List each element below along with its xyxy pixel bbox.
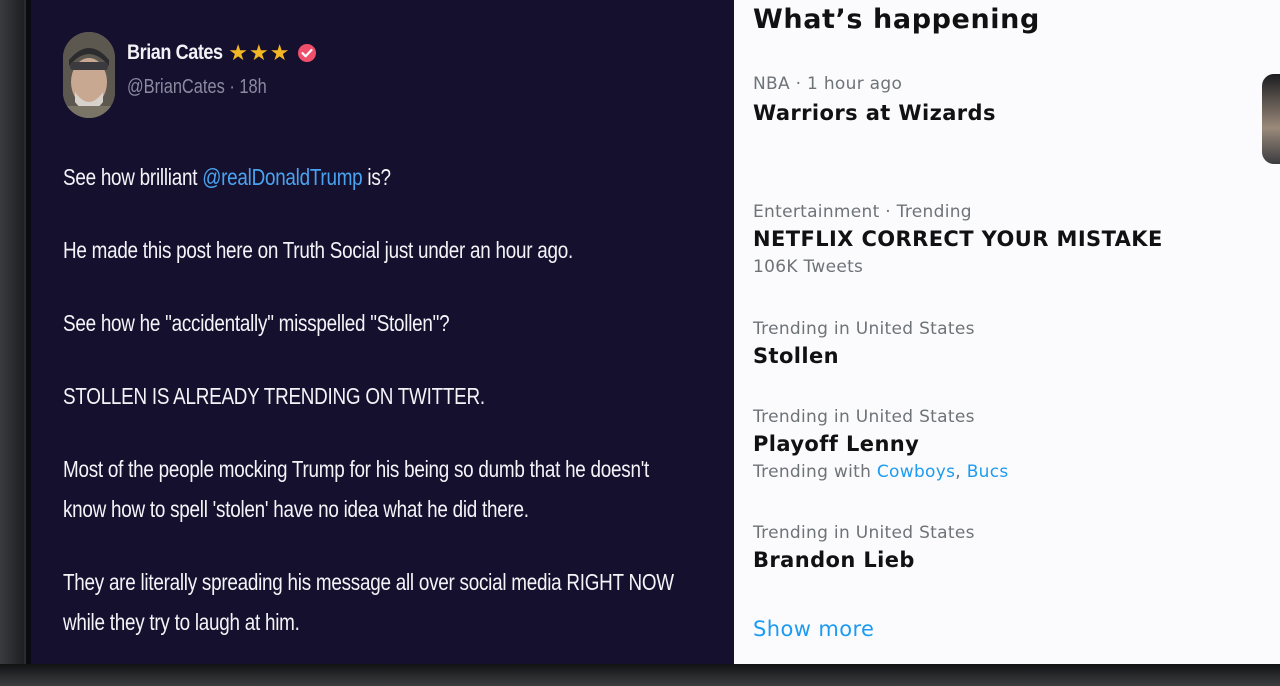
monitor-bezel-left: [0, 0, 24, 686]
trend-item[interactable]: Entertainment · Trending NETFLIX CORRECT…: [753, 202, 1163, 277]
trend-link-cowboys[interactable]: Cowboys: [877, 462, 955, 482]
trend-meta: Trending in United States: [753, 407, 975, 427]
author-name[interactable]: Brian Cates: [127, 41, 223, 65]
tweet-paragraph: See how he "accidentally" misspelled "St…: [63, 310, 450, 336]
tweet-header: Brian Cates ★ ★ ★ @BrianCates · 18h: [127, 38, 317, 99]
tweet-paragraph: know how to spell 'stolen' have no idea …: [63, 496, 529, 522]
tweet-card: Brian Cates ★ ★ ★ @BrianCates · 18h See …: [26, 0, 734, 664]
tweet-text-segment: See how brilliant: [63, 164, 203, 190]
star-icon: ★: [228, 40, 248, 65]
tweet-paragraph: while they try to laugh at him.: [63, 609, 300, 635]
handle-and-time[interactable]: @BrianCates · 18h: [127, 76, 267, 99]
tweet-paragraph: See how brilliant @realDonaldTrump is?: [63, 157, 629, 197]
avatar[interactable]: [63, 32, 115, 118]
trend-meta: Entertainment · Trending: [753, 202, 972, 222]
trend-link-bucs[interactable]: Bucs: [967, 462, 1009, 482]
trend-item[interactable]: NBA · 1 hour ago Warriors at Wizards: [753, 74, 996, 125]
tweet-text-segment: is?: [362, 164, 391, 190]
trend-name: Stollen: [753, 344, 839, 368]
trend-name: Warriors at Wizards: [753, 101, 996, 125]
tweet-paragraph: Most of the people mocking Trump for his…: [63, 456, 650, 482]
star-icon: ★: [248, 40, 269, 65]
tweet-paragraph: They are literally spreading his message…: [63, 569, 674, 595]
avatar-image: [63, 32, 115, 118]
star-icon: ★: [269, 40, 290, 65]
mention-link[interactable]: @realDonaldTrump: [202, 164, 362, 190]
trend-meta: Trending in United States: [753, 319, 975, 339]
trend-name: NETFLIX CORRECT YOUR MISTAKE: [753, 227, 1163, 251]
trend-item[interactable]: Trending in United States Playoff Lenny …: [753, 407, 1009, 482]
trend-item[interactable]: Trending in United States Brandon Lieb: [753, 523, 975, 572]
trending-with-label: Trending with: [753, 462, 877, 482]
tweet-count: 106K Tweets: [753, 257, 864, 277]
trend-meta: NBA · 1 hour ago: [753, 74, 903, 94]
whats-happening-panel: What’s happening NBA · 1 hour ago Warrio…: [734, 0, 1280, 664]
trend-name: Playoff Lenny: [753, 432, 920, 456]
tweet-paragraph: STOLLEN IS ALREADY TRENDING ON TWITTER.: [63, 383, 485, 409]
trending-with: Trending with Cowboys, Bucs: [753, 462, 1009, 482]
star-rating: ★ ★ ★: [228, 42, 289, 64]
trend-name: Brandon Lieb: [753, 548, 915, 572]
trend-item[interactable]: Trending in United States Stollen: [753, 319, 975, 368]
show-more-link[interactable]: Show more: [753, 617, 874, 641]
panel-title: What’s happening: [753, 4, 1040, 35]
trend-thumbnail[interactable]: [1262, 74, 1280, 164]
tweet-text: See how brilliant @realDonaldTrump is? H…: [63, 157, 753, 642]
tweet-paragraph: He made this post here on Truth Social j…: [63, 237, 574, 263]
separator: ,: [955, 462, 967, 482]
trend-meta: Trending in United States: [753, 523, 975, 543]
monitor-bezel-bottom: [0, 664, 1280, 686]
verified-badge-icon: [298, 44, 317, 62]
